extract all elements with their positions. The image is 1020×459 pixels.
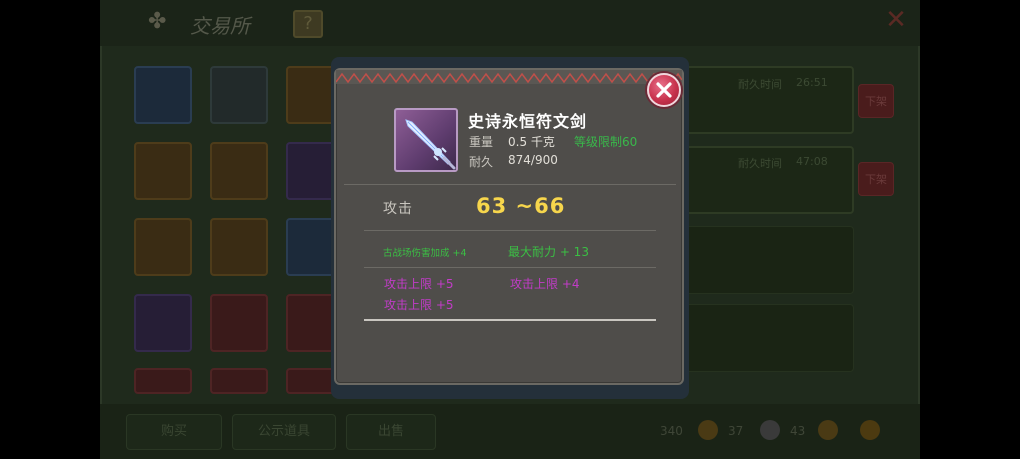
divider bbox=[364, 267, 656, 268]
inventory-slot[interactable] bbox=[210, 218, 268, 276]
listing-time-label: 耐久时间 bbox=[738, 157, 782, 170]
gem-icon bbox=[760, 420, 780, 440]
exchange-close-icon[interactable]: ✕ bbox=[882, 6, 910, 34]
bonus-stat-durability: 最大耐力 + 13 bbox=[508, 245, 589, 259]
coin-icon bbox=[818, 420, 838, 440]
inventory-slot[interactable] bbox=[210, 66, 268, 124]
tab-public-items[interactable]: 公示道具 bbox=[232, 414, 336, 450]
listing-time-label: 耐久时间 bbox=[738, 78, 782, 91]
runic-sword-icon bbox=[405, 119, 456, 170]
attack-cap-line: 攻击上限 +5 bbox=[384, 298, 454, 312]
delist-button[interactable]: 下架 bbox=[858, 84, 894, 118]
inventory-slot[interactable] bbox=[210, 294, 268, 352]
tab-sell[interactable]: 出售 bbox=[346, 414, 436, 450]
currency-count: 340 bbox=[660, 424, 683, 438]
currency-count: 43 bbox=[790, 424, 806, 438]
gold-icon bbox=[860, 420, 880, 440]
close-x-icon bbox=[656, 82, 672, 98]
weight-label: 重量 bbox=[469, 135, 494, 149]
attack-cap-line: 攻击上限 +5 bbox=[384, 277, 454, 291]
close-button[interactable] bbox=[647, 73, 681, 107]
level-requirement: 等级限制60 bbox=[574, 135, 638, 149]
weight-value: 0.5 千克 bbox=[508, 135, 555, 149]
durability-value: 874/900 bbox=[508, 153, 558, 167]
inventory-slot[interactable] bbox=[134, 294, 192, 352]
listing-time-value: 26:51 bbox=[796, 76, 828, 89]
tab-buy[interactable]: 购买 bbox=[126, 414, 222, 450]
divider bbox=[364, 230, 656, 231]
empty-listing-row bbox=[660, 226, 854, 294]
tooltip-top-trim bbox=[336, 70, 682, 84]
inventory-slot[interactable] bbox=[134, 218, 192, 276]
coin-icon bbox=[698, 420, 718, 440]
item-icon-frame bbox=[394, 108, 458, 172]
bonus-stat-small: 古战场伤害加成 +4 bbox=[383, 248, 467, 259]
inventory-slot[interactable] bbox=[134, 368, 192, 394]
listing-time-value: 47:08 bbox=[796, 155, 828, 168]
divider bbox=[364, 319, 656, 321]
durability-label: 耐久 bbox=[469, 155, 494, 169]
empty-listing-row bbox=[660, 304, 854, 372]
currency-count: 37 bbox=[728, 424, 744, 438]
exchange-title: 交易所 bbox=[190, 14, 250, 38]
divider bbox=[344, 184, 676, 185]
attack-cap-line: 攻击上限 +4 bbox=[510, 277, 580, 291]
help-button[interactable]: ? bbox=[293, 10, 323, 38]
delist-button[interactable]: 下架 bbox=[858, 162, 894, 196]
exchange-emblem-icon: ✤ bbox=[148, 9, 167, 34]
attack-label: 攻击 bbox=[383, 201, 413, 217]
attack-value: 63 ~66 bbox=[476, 194, 566, 218]
inventory-slot[interactable] bbox=[134, 66, 192, 124]
item-name: 史诗永恒符文剑 bbox=[468, 112, 588, 131]
inventory-slot[interactable] bbox=[210, 368, 268, 394]
inventory-slot[interactable] bbox=[134, 142, 192, 200]
inventory-slot[interactable] bbox=[210, 142, 268, 200]
